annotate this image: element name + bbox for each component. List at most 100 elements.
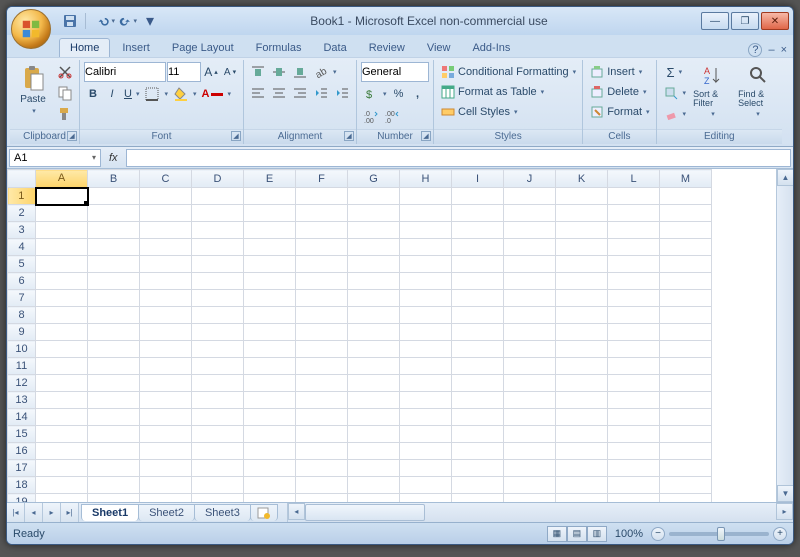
cell[interactable]: [140, 341, 192, 358]
close-workbook-icon[interactable]: ×: [781, 44, 787, 56]
cell[interactable]: [192, 409, 244, 426]
cell[interactable]: [244, 375, 296, 392]
qat-customize-icon[interactable]: ▾: [141, 12, 159, 30]
cell[interactable]: [244, 222, 296, 239]
cell[interactable]: [36, 375, 88, 392]
cell[interactable]: [244, 205, 296, 222]
row-header[interactable]: 2: [8, 205, 36, 222]
help-icon[interactable]: ?: [748, 43, 762, 57]
cell[interactable]: [296, 477, 348, 494]
cell[interactable]: [660, 324, 712, 341]
font-launcher[interactable]: ◢: [231, 131, 241, 141]
tab-addins[interactable]: Add-Ins: [462, 39, 520, 57]
cell[interactable]: [36, 494, 88, 503]
cell[interactable]: [192, 375, 244, 392]
tab-insert[interactable]: Insert: [112, 39, 160, 57]
cell[interactable]: [88, 188, 140, 205]
orientation-button[interactable]: ab: [311, 62, 339, 82]
cell[interactable]: [556, 409, 608, 426]
cell[interactable]: [348, 477, 400, 494]
cell[interactable]: [140, 324, 192, 341]
cell[interactable]: [608, 341, 660, 358]
formula-input[interactable]: [126, 149, 791, 167]
cell[interactable]: [296, 222, 348, 239]
row-header[interactable]: 4: [8, 239, 36, 256]
cell[interactable]: [504, 324, 556, 341]
cell[interactable]: [504, 256, 556, 273]
cell[interactable]: [36, 341, 88, 358]
cell[interactable]: [400, 324, 452, 341]
cell[interactable]: [348, 392, 400, 409]
cell[interactable]: [556, 205, 608, 222]
column-header[interactable]: F: [296, 170, 348, 188]
cell[interactable]: [660, 290, 712, 307]
delete-cells-button[interactable]: Delete: [587, 82, 651, 102]
column-header[interactable]: J: [504, 170, 556, 188]
cell[interactable]: [244, 409, 296, 426]
cell[interactable]: [140, 392, 192, 409]
cell[interactable]: [660, 460, 712, 477]
cell[interactable]: [348, 460, 400, 477]
cell[interactable]: [556, 375, 608, 392]
cell[interactable]: [192, 188, 244, 205]
fx-icon[interactable]: fx: [105, 152, 122, 164]
cell[interactable]: [608, 290, 660, 307]
scroll-down-arrow[interactable]: ▼: [777, 485, 793, 502]
cell[interactable]: [660, 443, 712, 460]
cell[interactable]: [400, 307, 452, 324]
cell[interactable]: [192, 239, 244, 256]
cell[interactable]: [556, 477, 608, 494]
cell[interactable]: [400, 443, 452, 460]
cell[interactable]: [36, 460, 88, 477]
cell[interactable]: [36, 324, 88, 341]
cell[interactable]: [400, 239, 452, 256]
cell[interactable]: [192, 256, 244, 273]
cell[interactable]: [608, 375, 660, 392]
cell[interactable]: [296, 256, 348, 273]
cell[interactable]: [608, 443, 660, 460]
cell[interactable]: [504, 375, 556, 392]
page-layout-view-button[interactable]: ▤: [567, 526, 587, 542]
scroll-right-arrow[interactable]: ▸: [776, 503, 793, 520]
cell[interactable]: [504, 188, 556, 205]
cell[interactable]: [608, 426, 660, 443]
cell[interactable]: [452, 375, 504, 392]
copy-button[interactable]: [55, 83, 75, 103]
cell[interactable]: [452, 307, 504, 324]
cell[interactable]: [296, 392, 348, 409]
cell[interactable]: [660, 188, 712, 205]
cell[interactable]: [504, 460, 556, 477]
cell[interactable]: [88, 256, 140, 273]
tab-view[interactable]: View: [417, 39, 461, 57]
cell[interactable]: [504, 426, 556, 443]
cell[interactable]: [140, 409, 192, 426]
row-header[interactable]: 7: [8, 290, 36, 307]
row-header[interactable]: 15: [8, 426, 36, 443]
cell[interactable]: [608, 409, 660, 426]
sort-filter-button[interactable]: AZ Sort & Filter: [691, 62, 733, 120]
office-button[interactable]: [11, 9, 51, 49]
cell[interactable]: [452, 290, 504, 307]
cell[interactable]: [88, 273, 140, 290]
column-header[interactable]: M: [660, 170, 712, 188]
cell[interactable]: [452, 239, 504, 256]
align-middle-button[interactable]: [269, 62, 289, 82]
hscroll-thumb[interactable]: [305, 504, 425, 521]
cell[interactable]: [608, 256, 660, 273]
cell[interactable]: [400, 375, 452, 392]
cell[interactable]: [192, 222, 244, 239]
cell[interactable]: [348, 375, 400, 392]
autosum-button[interactable]: Σ: [661, 62, 689, 82]
align-right-button[interactable]: [290, 83, 310, 103]
cell[interactable]: [140, 358, 192, 375]
cell[interactable]: [556, 188, 608, 205]
cell[interactable]: [36, 358, 88, 375]
cell[interactable]: [192, 307, 244, 324]
next-sheet-button[interactable]: ▸: [43, 503, 61, 522]
cell[interactable]: [244, 443, 296, 460]
decrease-decimal-button[interactable]: .00.0: [382, 106, 402, 126]
cell[interactable]: [504, 222, 556, 239]
cell[interactable]: [36, 239, 88, 256]
cell[interactable]: [660, 222, 712, 239]
border-button[interactable]: [142, 84, 170, 104]
